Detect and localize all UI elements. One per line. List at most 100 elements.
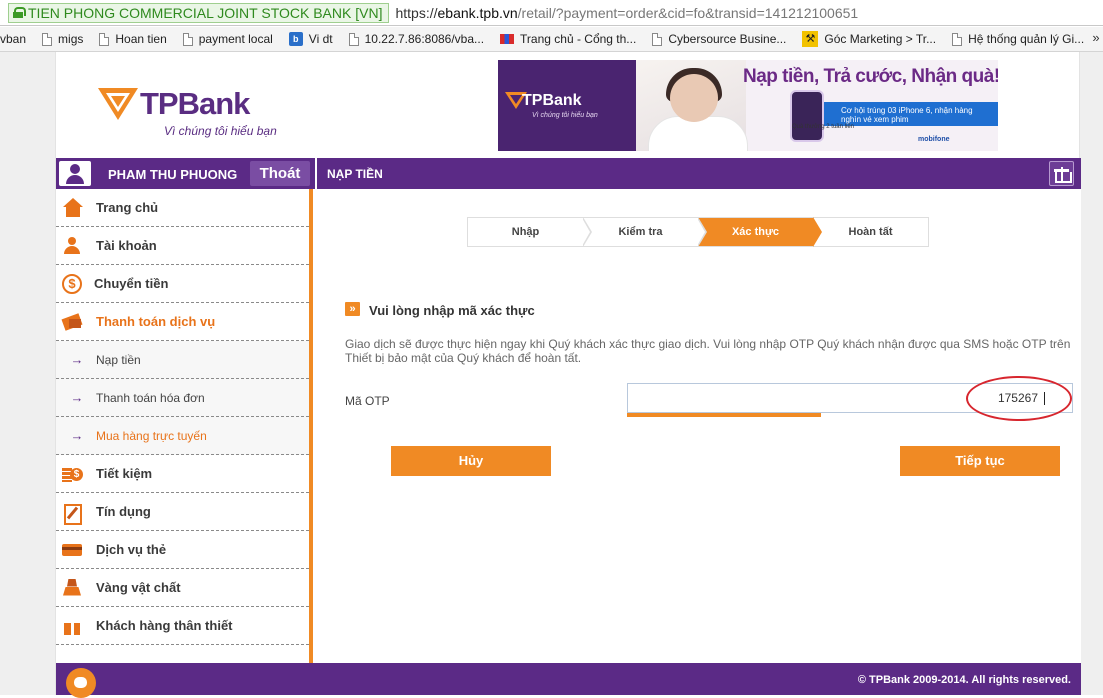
sidebar-item-label: Trang chủ xyxy=(96,200,159,215)
favicon-icon: ⚒ xyxy=(802,31,819,47)
sidebar-item-label: Tiết kiệm xyxy=(96,466,153,481)
step-input: Nhập xyxy=(468,217,592,247)
bookmark-label: payment local xyxy=(198,32,273,46)
gold-icon xyxy=(62,578,84,598)
favicon-icon: b xyxy=(288,32,303,46)
sidebar-item-loyalty[interactable]: Khách hàng thân thiết xyxy=(56,607,309,645)
more-bookmarks-chevron-icon[interactable]: » xyxy=(1089,30,1103,45)
step-review: Kiểm tra xyxy=(583,217,707,247)
double-chevron-icon: » xyxy=(345,302,360,316)
home-icon xyxy=(62,197,84,218)
step-chevron-icon xyxy=(697,217,707,247)
sidebar-item-label: Chuyển tiền xyxy=(94,276,169,291)
arrow-right-icon: → xyxy=(70,390,84,405)
page-icon xyxy=(182,32,193,46)
logo-slogan: Vì chúng tôi hiểu bạn xyxy=(164,124,277,138)
continue-button[interactable]: Tiếp tục xyxy=(900,446,1060,476)
otp-input-underline xyxy=(627,413,821,417)
bookmark-trang-chu[interactable]: Trang chủ - Cổng th... xyxy=(500,32,636,46)
site-identity-badge[interactable]: TIEN PHONG COMMERCIAL JOINT STOCK BANK [… xyxy=(8,2,390,23)
user-icon xyxy=(59,161,91,186)
bookmark-label: Hoan tien xyxy=(115,32,167,46)
url-host: ebank.tpb.vn xyxy=(437,4,518,21)
sidebar-item-gold[interactable]: Vàng vật chất xyxy=(56,569,309,607)
bookmark-label: Góc Marketing > Tr... xyxy=(824,32,937,46)
bookmark-label: migs xyxy=(58,32,84,46)
sidebar-menu: Trang chủ Tài khoản $ Chuyển tiền Thanh … xyxy=(56,189,313,663)
sidebar-item-label: Khách hàng thân thiết xyxy=(96,618,233,633)
account-icon xyxy=(62,236,84,256)
sidebar-item-savings[interactable]: Tiết kiệm xyxy=(56,455,309,493)
url-scheme: https:// xyxy=(395,4,438,21)
sidebar-item-home[interactable]: Trang chủ xyxy=(56,189,309,227)
gift-icon[interactable] xyxy=(1049,161,1074,186)
copyright-text: © TPBank 2009-2014. All rights reserved. xyxy=(857,674,1071,686)
sidebar-item-card-services[interactable]: Dịch vụ thẻ xyxy=(56,531,309,569)
sidebar-subitem-online-shopping[interactable]: → Mua hàng trực tuyến xyxy=(56,417,309,455)
bookmark-label: Trang chủ - Cổng th... xyxy=(520,32,637,46)
step-label: Xác thực xyxy=(731,226,780,238)
card-icon xyxy=(62,540,84,560)
bookmark-hoan-tien[interactable]: Hoan tien xyxy=(99,32,167,46)
step-complete: Hoàn tất xyxy=(813,218,928,246)
main-content: Nhập Kiểm tra Xác thực Hoàn tất » Vui lò… xyxy=(317,189,1081,663)
page-icon xyxy=(348,32,359,46)
page-title: NẠP TIỀN xyxy=(327,167,383,181)
sidebar-subitem-bill-payment[interactable]: → Thanh toán hóa đơn xyxy=(56,379,309,417)
user-name: PHAM THU PHUONG xyxy=(108,167,238,182)
sidebar-item-label: Dịch vụ thẻ xyxy=(96,542,167,557)
promo-banner[interactable]: TPBank Vì chúng tôi hiểu bạn Nạp tiền, T… xyxy=(498,60,998,151)
phone-icon xyxy=(790,90,824,142)
tpbank-logo[interactable]: TPBank Vì chúng tôi hiểu bạn xyxy=(96,84,277,144)
bookmark-ip-address[interactable]: 10.22.7.86:8086/vba... xyxy=(348,32,484,46)
site-identity-text: TIEN PHONG COMMERCIAL JOINT STOCK BANK [… xyxy=(28,4,383,21)
bookmark-label: Cybersource Busine... xyxy=(668,32,787,46)
ebank-page: TPBank Vì chúng tôi hiểu bạn TPBank Vì c… xyxy=(55,52,1081,698)
page-icon xyxy=(99,32,110,46)
bookmark-migs[interactable]: migs xyxy=(42,32,83,46)
sidebar-item-label: Vàng vật chất xyxy=(96,580,181,595)
page-icon xyxy=(652,32,663,46)
tpbank-logo-mark-icon xyxy=(98,88,138,120)
bookmark-vban[interactable]: vban xyxy=(0,32,26,46)
step-label: Hoàn tất xyxy=(848,226,893,238)
progress-steps: Nhập Kiểm tra Xác thực Hoàn tất xyxy=(467,217,929,247)
otp-label: Mã OTP xyxy=(345,394,390,408)
loyalty-gift-icon xyxy=(62,616,84,636)
otp-heading: Vui lòng nhập mã xác thực xyxy=(369,303,535,318)
bookmark-payment-local[interactable]: payment local xyxy=(182,32,273,46)
step-chevron-icon xyxy=(813,217,822,247)
sidebar-subitem-top-up[interactable]: → Nạp tiền xyxy=(56,341,309,379)
chat-icon[interactable] xyxy=(66,668,96,698)
banner-logo-text: TPBank xyxy=(522,92,582,109)
url-field[interactable]: https://ebank.tpb.vn/retail/?payment=ord… xyxy=(395,5,858,21)
bookmark-he-thong[interactable]: Hệ thống quản lý Gi... xyxy=(952,32,1084,46)
page-background-right xyxy=(1080,52,1103,695)
sidebar-item-service-payment[interactable]: Thanh toán dịch vụ xyxy=(56,303,309,341)
credit-icon xyxy=(62,502,84,525)
browser-address-bar: TIEN PHONG COMMERCIAL JOINT STOCK BANK [… xyxy=(0,0,1103,26)
logout-button[interactable]: Thoát xyxy=(250,161,310,186)
step-label: Nhập xyxy=(511,226,540,238)
page-icon xyxy=(42,32,53,46)
sidebar-item-label: Thanh toán hóa đơn xyxy=(96,390,205,405)
sidebar-item-label: Nạp tiền xyxy=(96,352,141,367)
page-icon xyxy=(952,32,963,46)
step-label: Kiểm tra xyxy=(618,226,663,238)
sidebar-item-label: Tài khoản xyxy=(96,238,157,253)
top-bar-divider xyxy=(315,158,317,189)
sidebar-item-account[interactable]: Tài khoản xyxy=(56,227,309,265)
top-bar: PHAM THU PHUONG Thoát NẠP TIỀN xyxy=(56,158,1081,189)
sidebar-item-label: Thanh toán dịch vụ xyxy=(96,314,216,329)
bookmark-vi-dt[interactable]: b Vi dt xyxy=(288,32,333,46)
page-background-left xyxy=(0,52,55,695)
favicon-icon xyxy=(500,34,515,44)
bookmark-cybersource[interactable]: Cybersource Busine... xyxy=(652,32,786,46)
banner-person-face xyxy=(670,74,718,122)
banner-partner-logo: mobifone xyxy=(918,136,950,143)
step-chevron-icon xyxy=(582,217,592,247)
cancel-button[interactable]: Hủy xyxy=(391,446,551,476)
bookmark-goc-marketing[interactable]: ⚒ Góc Marketing > Tr... xyxy=(802,31,936,47)
sidebar-item-transfer[interactable]: $ Chuyển tiền xyxy=(56,265,309,303)
sidebar-item-credit[interactable]: Tín dụng xyxy=(56,493,309,531)
